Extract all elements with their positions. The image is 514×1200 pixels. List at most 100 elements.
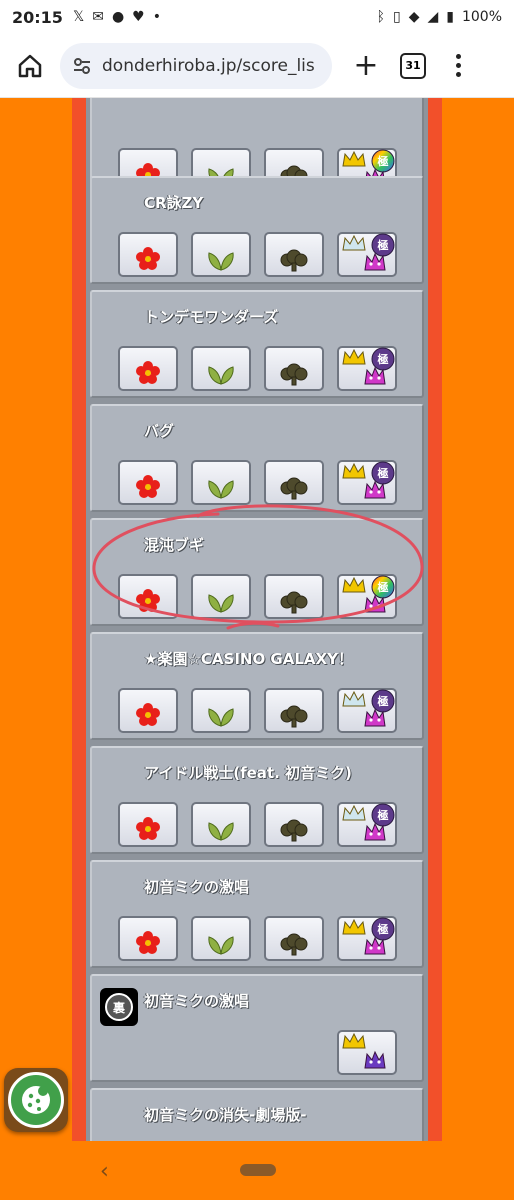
difficulty-oni-button[interactable]: 極 (337, 232, 397, 277)
svg-text:極: 極 (377, 694, 389, 708)
song-title: 初音ミクの激唱 (144, 992, 250, 1010)
difficulty-normal-button[interactable] (191, 688, 251, 733)
song-title: ★楽園☆CASINO GALAXY！ (144, 650, 353, 668)
difficulty-oni-button[interactable] (337, 1030, 397, 1075)
song-card[interactable]: 初音ミクの消失-劇場版- (90, 1088, 424, 1141)
flower-icon (136, 589, 160, 612)
oni-icon: 極 (342, 917, 395, 955)
oni-icon: 極 (342, 347, 395, 385)
difficulty-easy-button[interactable] (118, 574, 178, 619)
tree-icon (280, 249, 308, 272)
right-border (428, 98, 442, 1141)
difficulty-normal-button[interactable] (191, 802, 251, 847)
home-icon (18, 54, 42, 77)
difficulty-hard-button[interactable] (264, 916, 324, 961)
difficulty-hard-button[interactable] (264, 460, 324, 505)
song-title: CR詠ZY (144, 194, 204, 212)
difficulty-easy-button[interactable] (118, 232, 178, 277)
ura-label: 裏 (105, 993, 133, 1021)
difficulty-normal-button[interactable] (191, 574, 251, 619)
flower-icon (136, 931, 160, 954)
new-tab-button[interactable]: + (346, 46, 386, 86)
back-button[interactable]: ‹ (100, 1159, 120, 1184)
mail-icon: ✉ (92, 9, 104, 25)
tab-switcher-button[interactable]: 31 (400, 52, 426, 79)
difficulty-hard-button[interactable] (264, 688, 324, 733)
tree-icon (280, 933, 308, 956)
song-card[interactable]: トンデモワンダーズ極 (90, 290, 424, 398)
leaf-icon (208, 936, 234, 955)
home-button[interactable] (10, 46, 50, 86)
clock: 20:15 (12, 7, 63, 27)
difficulty-oni-button[interactable]: 極 (337, 346, 397, 391)
difficulty-easy-button[interactable] (118, 460, 178, 505)
url-text: donderhiroba.jp/score_lis (102, 55, 315, 76)
difficulty-normal-button[interactable] (191, 346, 251, 391)
flower-icon (136, 475, 160, 498)
notification-icons: 𝕏 ✉ ● ♥ • (73, 9, 161, 25)
difficulty-easy-button[interactable] (118, 688, 178, 733)
heart-icon: ♥ (132, 9, 145, 25)
song-title: 混沌ブギ (144, 536, 205, 554)
song-title: トンデモワンダーズ (144, 308, 279, 326)
battery-icon: ▮ (446, 9, 454, 25)
home-gesture-bar[interactable] (240, 1164, 276, 1176)
song-title: バグ (144, 422, 175, 440)
browser-toolbar: donderhiroba.jp/score_lis + 31 (0, 34, 514, 98)
difficulty-normal-button[interactable] (191, 460, 251, 505)
song-title: アイドル戦士(feat. 初音ミク) (144, 764, 352, 782)
bluetooth-icon: ᛒ (376, 9, 385, 25)
oni-icon: 極 (342, 575, 395, 613)
song-card[interactable]: 裏初音ミクの激唱 (90, 974, 424, 1082)
signal-icon: ◢ (427, 9, 439, 25)
leaf-icon (208, 594, 234, 613)
svg-text:極: 極 (377, 466, 389, 480)
difficulty-hard-button[interactable] (264, 346, 324, 391)
flower-icon (136, 817, 160, 840)
address-bar[interactable]: donderhiroba.jp/score_lis (60, 42, 332, 89)
song-card[interactable]: 混沌ブギ極 (90, 518, 424, 626)
cookie-icon (22, 1086, 50, 1114)
leaf-icon (208, 708, 234, 727)
flower-icon (136, 703, 160, 726)
difficulty-oni-button[interactable]: 極 (337, 802, 397, 847)
leaf-icon (208, 822, 234, 841)
svg-text:極: 極 (377, 580, 389, 594)
x-icon: 𝕏 (72, 9, 85, 25)
song-card[interactable]: CR詠ZY 極 (90, 176, 424, 284)
song-title: 初音ミクの消失-劇場版- (144, 1106, 307, 1124)
chevron-left-icon: ‹ (100, 1159, 109, 1184)
wifi-icon: ◆ (408, 9, 420, 25)
left-border (72, 98, 86, 1141)
song-card[interactable]: アイドル戦士(feat. 初音ミク) 極 (90, 746, 424, 854)
difficulty-oni-button[interactable]: 極 (337, 574, 397, 619)
svg-text:極: 極 (377, 352, 389, 366)
difficulty-hard-button[interactable] (264, 232, 324, 277)
chat-icon: ● (111, 9, 125, 25)
difficulty-easy-button[interactable] (118, 916, 178, 961)
system-icons: ᛒ ▯ ◆ ◢ ▮ 100% (377, 9, 502, 25)
plus-icon: + (353, 48, 379, 83)
difficulty-hard-button[interactable] (264, 574, 324, 619)
difficulty-normal-button[interactable] (191, 232, 251, 277)
difficulty-oni-button[interactable]: 極 (337, 916, 397, 961)
song-card[interactable]: バグ極 (90, 404, 424, 512)
cookie-settings-button[interactable] (4, 1068, 68, 1132)
overflow-menu-button[interactable] (448, 54, 468, 77)
difficulty-easy-button[interactable] (118, 346, 178, 391)
song-title: 初音ミクの激唱 (144, 878, 250, 896)
svg-text:極: 極 (377, 808, 389, 822)
song-card[interactable]: 初音ミクの激唱極 (90, 860, 424, 968)
flower-icon (136, 361, 160, 384)
difficulty-hard-button[interactable] (264, 802, 324, 847)
tab-count: 31 (405, 59, 421, 72)
difficulty-oni-button[interactable]: 極 (337, 688, 397, 733)
site-settings-icon[interactable] (72, 56, 92, 76)
leaf-icon (208, 480, 234, 499)
difficulty-easy-button[interactable] (118, 802, 178, 847)
tree-icon (280, 591, 308, 614)
song-card[interactable]: ★楽園☆CASINO GALAXY！ 極 (90, 632, 424, 740)
vibrate-icon: ▯ (392, 9, 401, 25)
difficulty-oni-button[interactable]: 極 (337, 460, 397, 505)
difficulty-normal-button[interactable] (191, 916, 251, 961)
